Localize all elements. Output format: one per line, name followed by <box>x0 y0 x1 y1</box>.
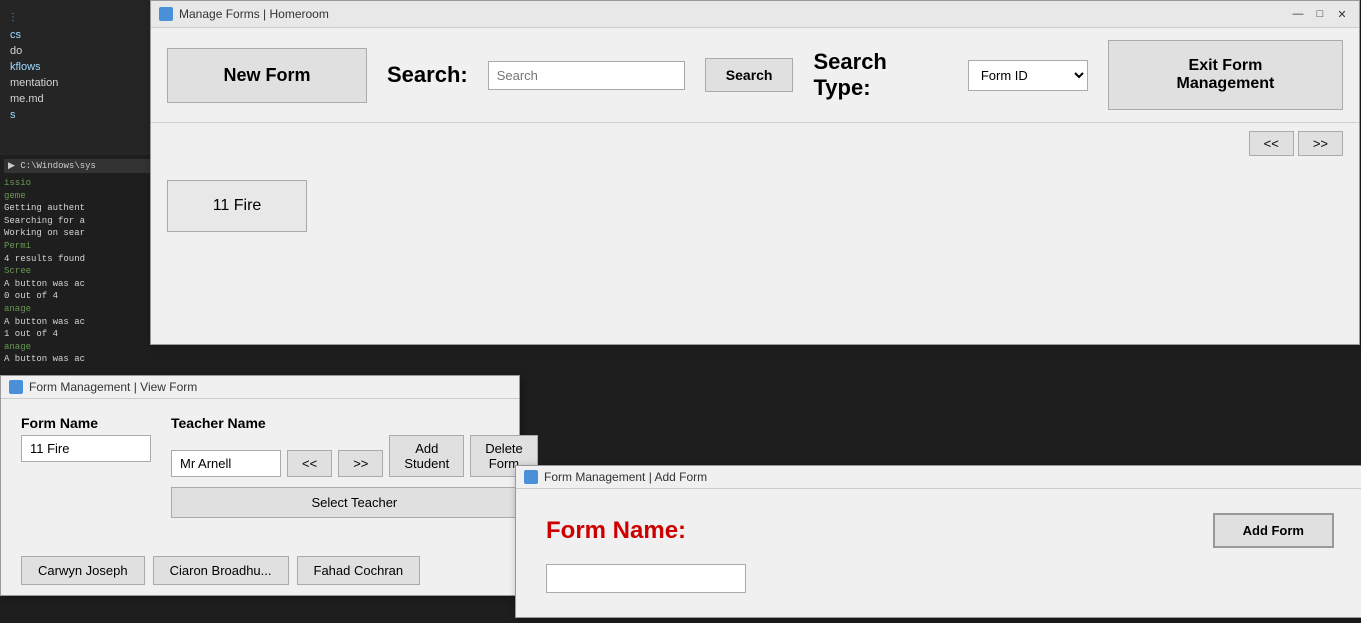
titlebar-controls: — □ ✕ <box>1289 5 1351 23</box>
main-toolbar: New Form Search: Search Search Type: For… <box>151 28 1359 123</box>
search-type-select[interactable]: Form ID Form Name Teacher <box>968 60 1088 91</box>
add-form-window: Form Management | Add Form Form Name: Ad… <box>515 465 1361 618</box>
main-titlebar: Manage Forms | Homeroom — □ ✕ <box>151 1 1359 28</box>
view-form-title: Form Management | View Form <box>29 380 197 394</box>
add-form-header-row: Form Name: Add Form <box>546 513 1334 548</box>
manage-forms-window: Manage Forms | Homeroom — □ ✕ New Form S… <box>150 0 1360 345</box>
nav-row: << >> <box>151 123 1359 164</box>
form-name-label: Form Name <box>21 415 151 431</box>
view-form-titlebar: Form Management | View Form <box>1 376 519 399</box>
add-form-name-input[interactable] <box>546 564 746 593</box>
add-form-title: Form Name: <box>546 517 686 545</box>
view-form-icon <box>9 380 23 394</box>
labels-row: Form Name Teacher Name << >> Add Student… <box>21 415 499 518</box>
view-form-window: Form Management | View Form Form Name Te… <box>0 375 520 596</box>
student-button-1[interactable]: Ciaron Broadhu... <box>153 556 289 585</box>
main-window-title: Manage Forms | Homeroom <box>179 7 329 21</box>
add-form-content: Form Name: Add Form <box>516 489 1361 617</box>
form-name-input[interactable] <box>21 435 151 462</box>
form-card-0[interactable]: 11 Fire <box>167 180 307 232</box>
teacher-next-button[interactable]: >> <box>338 450 383 477</box>
vscode-background: ⋮ cs do kflows mentation me.md s ▶ C:\Wi… <box>0 0 155 370</box>
next-nav-button[interactable]: >> <box>1298 131 1343 156</box>
vscode-item: cs <box>4 27 151 43</box>
add-form-button[interactable]: Add Form <box>1213 513 1334 548</box>
search-type-label: Search Type: <box>813 49 947 101</box>
teacher-prev-button[interactable]: << <box>287 450 332 477</box>
minimize-button[interactable]: — <box>1289 5 1307 23</box>
form-fields: Form Name Teacher Name << >> Add Student… <box>1 399 519 546</box>
new-form-button[interactable]: New Form <box>167 48 367 103</box>
vscode-item: me.md <box>4 91 151 107</box>
search-button[interactable]: Search <box>705 58 794 92</box>
teacher-controls: << >> Add Student Delete Form <box>171 435 538 477</box>
add-form-window-title: Form Management | Add Form <box>544 470 707 484</box>
search-input[interactable] <box>488 61 685 90</box>
add-student-button[interactable]: Add Student <box>389 435 464 477</box>
students-row: Carwyn Joseph Ciaron Broadhu... Fahad Co… <box>1 546 519 595</box>
teacher-name-label: Teacher Name <box>171 415 538 431</box>
maximize-button[interactable]: □ <box>1311 5 1329 23</box>
exit-button[interactable]: Exit Form Management <box>1108 40 1343 110</box>
teacher-name-input[interactable] <box>171 450 281 477</box>
vscode-item: s <box>4 107 151 123</box>
form-name-group: Form Name <box>21 415 151 462</box>
student-button-0[interactable]: Carwyn Joseph <box>21 556 145 585</box>
close-button[interactable]: ✕ <box>1333 5 1351 23</box>
add-form-icon <box>524 470 538 484</box>
search-label: Search: <box>387 62 468 88</box>
select-teacher-button[interactable]: Select Teacher <box>171 487 538 518</box>
add-form-titlebar: Form Management | Add Form <box>516 466 1361 489</box>
vscode-item: do <box>4 43 151 59</box>
student-button-2[interactable]: Fahad Cochran <box>297 556 421 585</box>
vscode-terminal: ▶ C:\Windows\sys issio geme Getting auth… <box>0 155 155 370</box>
content-area: 11 Fire <box>151 164 1359 344</box>
vscode-item: kflows <box>4 59 151 75</box>
teacher-name-group: Teacher Name << >> Add Student Delete Fo… <box>171 415 538 518</box>
vscode-item: mentation <box>4 75 151 91</box>
prev-nav-button[interactable]: << <box>1249 131 1294 156</box>
app-icon <box>159 7 173 21</box>
